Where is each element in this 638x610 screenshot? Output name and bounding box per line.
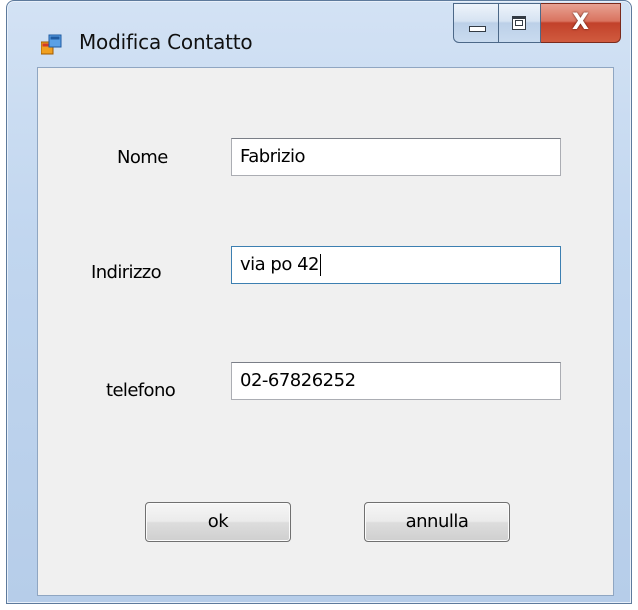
- text-caret: [319, 254, 321, 276]
- indirizzo-label: Indirizzo: [91, 262, 162, 283]
- annulla-button[interactable]: annulla: [364, 502, 510, 542]
- ok-button[interactable]: ok: [145, 502, 291, 542]
- title-bar[interactable]: Modifica Contatto X: [7, 1, 631, 67]
- telefono-field[interactable]: 02-67826252: [231, 362, 561, 400]
- nome-label: Nome: [117, 147, 168, 168]
- nome-field[interactable]: Fabrizio: [231, 138, 561, 176]
- minimize-button[interactable]: [453, 3, 499, 43]
- close-button[interactable]: X: [541, 3, 621, 43]
- maximize-button[interactable]: [499, 3, 541, 43]
- indirizzo-field[interactable]: via po 42: [231, 246, 561, 284]
- indirizzo-field-value: via po 42: [240, 254, 319, 275]
- dialog-window: Modifica Contatto X Nome Fabrizio Indiri…: [6, 0, 632, 604]
- window-title: Modifica Contatto: [79, 30, 253, 54]
- dialog-client-area: Nome Fabrizio Indirizzo via po 42 telefo…: [37, 67, 614, 596]
- telefono-label: telefono: [106, 380, 176, 401]
- close-icon: X: [572, 10, 589, 35]
- window-app-icon: [41, 34, 62, 55]
- telefono-field-value: 02-67826252: [240, 370, 356, 391]
- nome-field-value: Fabrizio: [240, 146, 306, 167]
- minimize-icon: [469, 26, 486, 32]
- maximize-icon: [512, 16, 526, 30]
- caption-buttons: X: [453, 3, 621, 43]
